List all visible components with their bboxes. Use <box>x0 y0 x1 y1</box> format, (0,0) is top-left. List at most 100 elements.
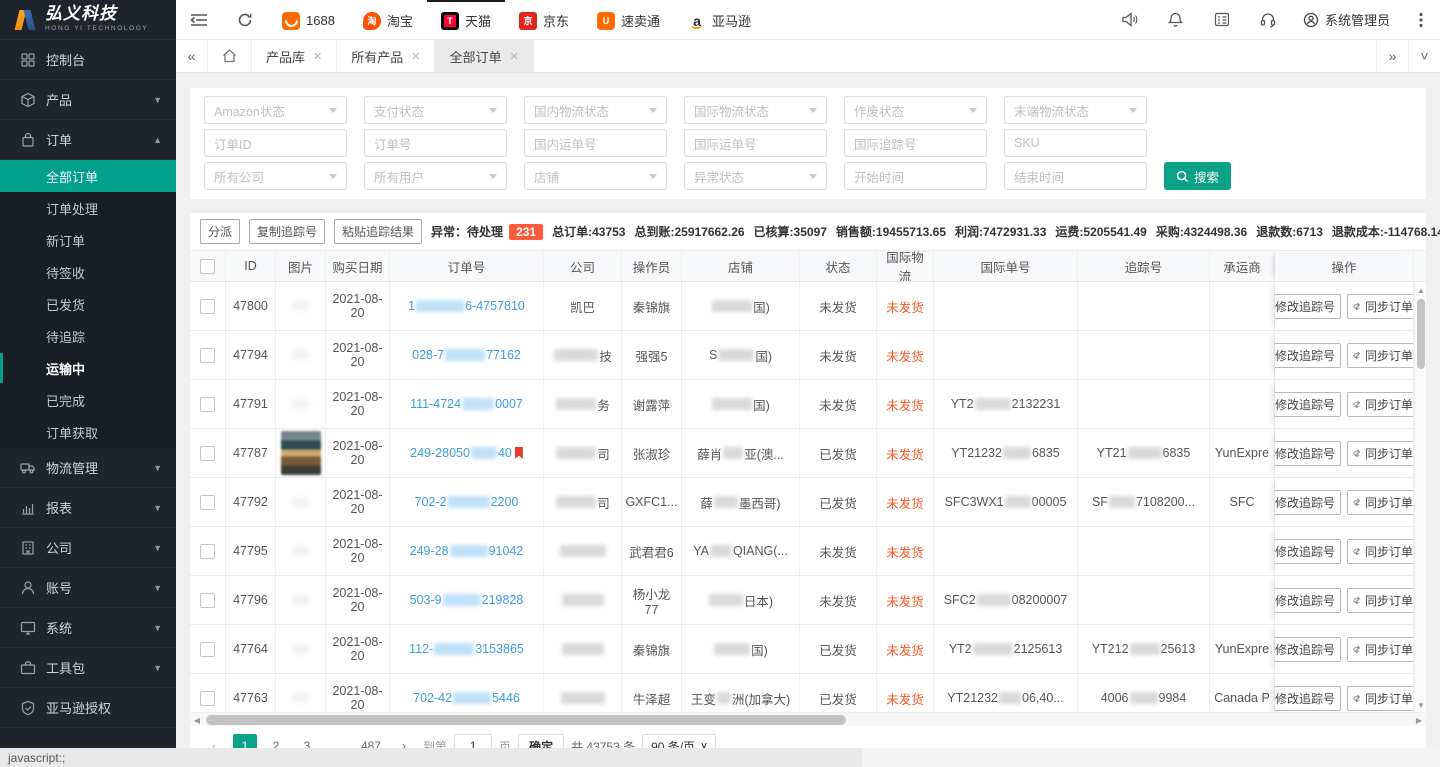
select-all-checkbox[interactable] <box>200 259 215 274</box>
sync-order-button[interactable]: 同步订单 <box>1347 441 1414 466</box>
filter-select-支付状态[interactable]: 支付状态 <box>364 96 507 124</box>
marketplace-link-smt[interactable]: U速卖通 <box>583 0 674 39</box>
filter-select-国内物流状态[interactable]: 国内物流状态 <box>524 96 667 124</box>
sidebar-subitem-已完成[interactable]: 已完成 <box>0 384 176 416</box>
marketplace-link-jd[interactable]: 京京东 <box>505 0 583 39</box>
sidebar-subitem-运输中[interactable]: 运输中 <box>0 352 176 384</box>
tab-close-icon[interactable]: ✕ <box>313 50 322 63</box>
next-page-button[interactable]: › <box>392 734 416 748</box>
order-number-link[interactable]: 112-3153865 <box>409 642 524 656</box>
tab-全部订单[interactable]: 全部订单✕ <box>435 40 533 72</box>
horizontal-scrollbar-thumb[interactable] <box>206 715 846 725</box>
tabs-scroll-left[interactable]: « <box>176 40 208 72</box>
edit-tracking-button[interactable]: 修改追踪号 <box>1275 343 1341 368</box>
marketplace-link-1688[interactable]: 1688 <box>268 0 349 39</box>
vertical-scrollbar-thumb[interactable] <box>1417 299 1425 369</box>
filter-select-Amazon状态[interactable]: Amazon状态 <box>204 96 347 124</box>
sidebar-item-亚马逊授权[interactable]: 亚马逊授权 <box>0 688 176 728</box>
notifications-bell-icon[interactable] <box>1153 0 1199 39</box>
sidebar-subitem-待签收[interactable]: 待签收 <box>0 256 176 288</box>
tabs-menu-icon[interactable]: ˅ <box>1408 40 1440 72</box>
prev-page-button[interactable]: ‹ <box>202 734 226 748</box>
apps-grid-icon[interactable] <box>1199 0 1245 39</box>
home-tab[interactable] <box>208 40 252 72</box>
filter-select-国际物流状态[interactable]: 国际物流状态 <box>684 96 827 124</box>
sync-order-button[interactable]: 同步订单 <box>1347 392 1414 417</box>
more-kebab-icon[interactable] <box>1402 0 1440 39</box>
filter-select-末端物流状态[interactable]: 末端物流状态 <box>1004 96 1147 124</box>
page-button-2[interactable]: 2 <box>264 734 288 748</box>
per-page-select[interactable]: 90 条/页˅ <box>642 734 716 748</box>
brand-logo[interactable]: 弘义科技 HONG YI TECHNOLOGY <box>0 0 176 40</box>
filter-input-开始时间[interactable]: 开始时间 <box>844 162 987 190</box>
row-checkbox[interactable] <box>200 397 215 412</box>
toolbar-button-复制追踪号[interactable]: 复制追踪号 <box>249 219 325 244</box>
filter-select-异常状态[interactable]: 异常状态 <box>684 162 827 190</box>
product-thumbnail[interactable] <box>281 431 321 475</box>
filter-select-所有用户[interactable]: 所有用户 <box>364 162 507 190</box>
toolbar-button-分派[interactable]: 分派 <box>200 219 240 244</box>
filter-input-SKU[interactable]: SKU <box>1004 129 1147 157</box>
edit-tracking-button[interactable]: 修改追踪号 <box>1275 588 1341 613</box>
marketplace-link-amazon[interactable]: a亚马逊 <box>674 0 765 39</box>
exception-count-badge[interactable]: 231 <box>509 224 543 240</box>
sidebar-subitem-订单处理[interactable]: 订单处理 <box>0 192 176 224</box>
toolbar-button-粘贴追踪结果[interactable]: 粘贴追踪结果 <box>334 219 422 244</box>
row-checkbox[interactable] <box>200 642 215 657</box>
edit-tracking-button[interactable]: 修改追踪号 <box>1275 441 1341 466</box>
order-number-link[interactable]: 503-9219828 <box>410 593 524 607</box>
order-number-link[interactable]: 028-777162 <box>412 348 521 362</box>
sync-order-button[interactable]: 同步订单 <box>1347 686 1414 711</box>
filter-input-订单号[interactable]: 订单号 <box>364 129 507 157</box>
collapse-sidebar-icon[interactable] <box>176 0 222 39</box>
page-button-1[interactable]: 1 <box>233 734 257 748</box>
filter-input-国际追踪号[interactable]: 国际追踪号 <box>844 129 987 157</box>
filter-select-所有公司[interactable]: 所有公司 <box>204 162 347 190</box>
sidebar-item-报表[interactable]: 报表▼ <box>0 488 176 528</box>
marketplace-link-tmall[interactable]: T天猫 <box>427 0 505 39</box>
search-button[interactable]: 搜索 <box>1164 162 1231 190</box>
tab-close-icon[interactable]: ✕ <box>411 50 420 63</box>
sidebar-item-产品[interactable]: 产品▼ <box>0 80 176 120</box>
tab-close-icon[interactable]: ✕ <box>509 50 518 63</box>
order-number-link[interactable]: 702-425446 <box>413 691 520 705</box>
sync-order-button[interactable]: 同步订单 <box>1347 637 1414 662</box>
filter-input-国内运单号[interactable]: 国内运单号 <box>524 129 667 157</box>
announcement-icon[interactable] <box>1107 0 1153 39</box>
sidebar-item-控制台[interactable]: 控制台 <box>0 40 176 80</box>
row-checkbox[interactable] <box>200 495 215 510</box>
page-button-487[interactable]: 487 <box>357 734 385 748</box>
filter-input-国际运单号[interactable]: 国际运单号 <box>684 129 827 157</box>
tabs-scroll-right[interactable]: » <box>1376 40 1408 72</box>
edit-tracking-button[interactable]: 修改追踪号 <box>1275 539 1341 564</box>
sidebar-item-物流管理[interactable]: 物流管理▼ <box>0 448 176 488</box>
order-number-link[interactable]: 16-4757810 <box>408 299 525 313</box>
tab-产品库[interactable]: 产品库✕ <box>252 40 337 72</box>
edit-tracking-button[interactable]: 修改追踪号 <box>1275 490 1341 515</box>
scroll-down-arrow[interactable]: ▼ <box>1415 699 1427 711</box>
page-button-3[interactable]: 3 <box>295 734 319 748</box>
scroll-right-arrow[interactable]: ▶ <box>1412 713 1426 727</box>
sync-order-button[interactable]: 同步订单 <box>1347 294 1414 319</box>
sync-order-button[interactable]: 同步订单 <box>1347 588 1414 613</box>
edit-tracking-button[interactable]: 修改追踪号 <box>1275 686 1341 711</box>
sidebar-subitem-订单获取[interactable]: 订单获取 <box>0 416 176 448</box>
scroll-left-arrow[interactable]: ◀ <box>190 713 204 727</box>
row-checkbox[interactable] <box>200 299 215 314</box>
filter-input-结束时间[interactable]: 结束时间 <box>1004 162 1147 190</box>
order-number-link[interactable]: 111-47240007 <box>410 397 523 411</box>
filter-select-店铺[interactable]: 店铺 <box>524 162 667 190</box>
tab-所有产品[interactable]: 所有产品✕ <box>337 40 435 72</box>
sync-order-button[interactable]: 同步订单 <box>1347 539 1414 564</box>
filter-input-订单ID[interactable]: 订单ID <box>204 129 347 157</box>
edit-tracking-button[interactable]: 修改追踪号 <box>1275 637 1341 662</box>
sidebar-item-账号[interactable]: 账号▼ <box>0 568 176 608</box>
sidebar-subitem-待追踪[interactable]: 待追踪 <box>0 320 176 352</box>
sidebar-item-系统[interactable]: 系统▼ <box>0 608 176 648</box>
marketplace-link-taobao[interactable]: 淘淘宝 <box>349 0 427 39</box>
row-checkbox[interactable] <box>200 544 215 559</box>
sync-order-button[interactable]: 同步订单 <box>1347 490 1414 515</box>
sidebar-item-工具包[interactable]: 工具包▼ <box>0 648 176 688</box>
row-checkbox[interactable] <box>200 348 215 363</box>
row-checkbox[interactable] <box>200 446 215 461</box>
